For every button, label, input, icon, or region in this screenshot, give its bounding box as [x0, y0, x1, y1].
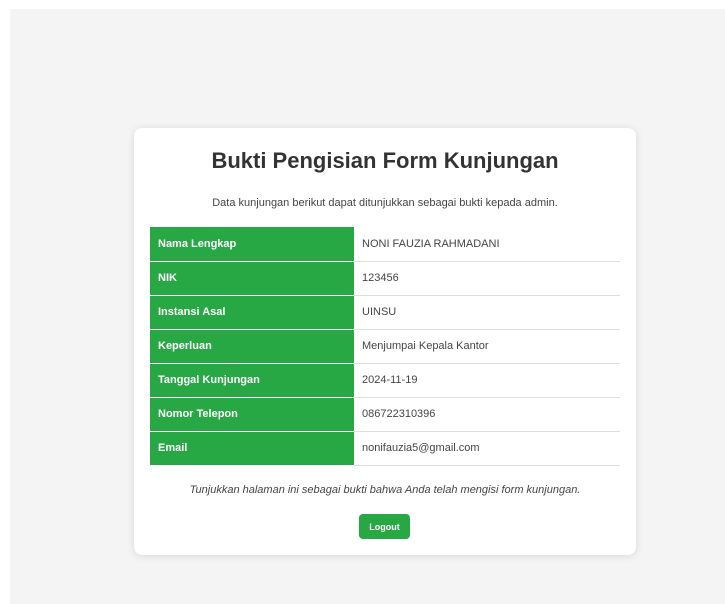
- row-label: NIK: [150, 261, 354, 296]
- proof-note: Tunjukkan halaman ini sebagai bukti bahw…: [189, 484, 581, 496]
- row-value: 123456: [354, 261, 620, 296]
- row-value: 086722310396: [354, 397, 620, 432]
- table-row: Email nonifauzia5@gmail.com: [150, 431, 620, 466]
- page-background: Bukti Pengisian Form Kunjungan Data kunj…: [10, 9, 725, 604]
- table-row: Keperluan Menjumpai Kepala Kantor: [150, 329, 620, 364]
- visit-proof-card: Bukti Pengisian Form Kunjungan Data kunj…: [134, 128, 636, 555]
- row-value: nonifauzia5@gmail.com: [354, 431, 620, 466]
- table-row: Instansi Asal UINSU: [150, 295, 620, 330]
- page-subtitle: Data kunjungan berikut dapat ditunjukkan…: [212, 197, 558, 209]
- row-label: Instansi Asal: [150, 295, 354, 330]
- page-title: Bukti Pengisian Form Kunjungan: [211, 148, 559, 173]
- table-row: NIK 123456: [150, 261, 620, 296]
- logout-button[interactable]: Logout: [359, 514, 410, 539]
- table-row: Nama Lengkap NONI FAUZIA RAHMADANI: [150, 227, 620, 262]
- row-label: Nomor Telepon: [150, 397, 354, 432]
- row-label: Keperluan: [150, 329, 354, 364]
- row-value: Menjumpai Kepala Kantor: [354, 329, 620, 364]
- row-value: NONI FAUZIA RAHMADANI: [354, 227, 620, 262]
- table-row: Tanggal Kunjungan 2024-11-19: [150, 363, 620, 398]
- row-label: Email: [150, 431, 354, 466]
- row-label: Tanggal Kunjungan: [150, 363, 354, 398]
- table-row: Nomor Telepon 086722310396: [150, 397, 620, 432]
- row-value: UINSU: [354, 295, 620, 330]
- row-value: 2024-11-19: [354, 363, 620, 398]
- visit-details-table: Nama Lengkap NONI FAUZIA RAHMADANI NIK 1…: [150, 227, 620, 466]
- row-label: Nama Lengkap: [150, 227, 354, 262]
